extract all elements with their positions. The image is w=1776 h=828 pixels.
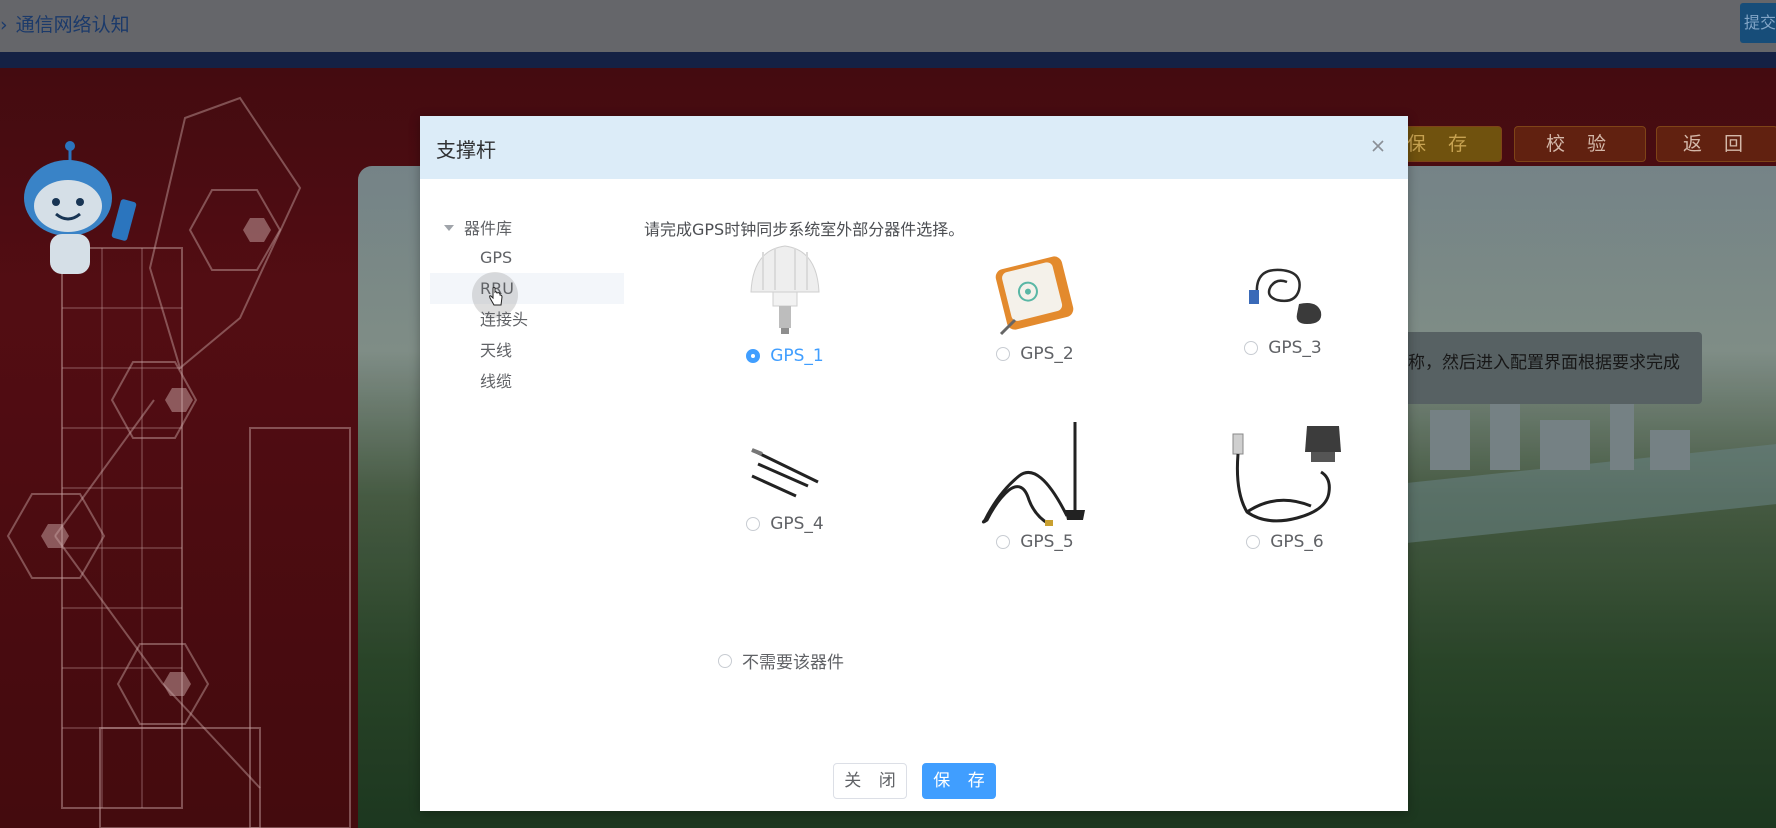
tree-item-connector[interactable]: 连接头 bbox=[430, 304, 624, 335]
tree-item-rru[interactable]: RRU bbox=[430, 272, 624, 318]
radio-unselected-icon[interactable] bbox=[996, 535, 1011, 549]
gps-4-radio[interactable]: GPS_4 bbox=[720, 514, 850, 534]
tree-item-antenna[interactable]: 天线 bbox=[430, 335, 624, 366]
gps-2-radio[interactable]: GPS_2 bbox=[970, 344, 1100, 364]
close-button[interactable]: 关 闭 bbox=[833, 763, 907, 799]
close-icon[interactable] bbox=[1370, 138, 1386, 154]
gps-4-label: GPS_4 bbox=[770, 514, 824, 534]
option-gps-5: GPS_5 bbox=[960, 420, 1110, 552]
option-gps-2: GPS_2 bbox=[970, 254, 1100, 364]
option-gps-4: GPS_4 bbox=[720, 442, 850, 534]
instruction-text: 请完成GPS时钟同步系统室外部分器件选择。 bbox=[644, 220, 965, 239]
gps-1-label: GPS_1 bbox=[770, 346, 824, 366]
component-tree: 器件库 GPS RRU 连接头 天线 线缆 bbox=[430, 216, 624, 397]
tree-item-gps[interactable]: GPS bbox=[430, 242, 624, 273]
gps-2-module-image bbox=[995, 256, 1074, 336]
tree-root-label: 器件库 bbox=[464, 219, 513, 238]
gps-1-radio[interactable]: GPS_1 bbox=[720, 346, 850, 366]
gps-4-whip-antenna-image bbox=[751, 448, 819, 498]
radio-unselected-icon[interactable] bbox=[718, 653, 732, 668]
gps-6-usb-antenna-image bbox=[1232, 426, 1341, 523]
radio-selected-icon[interactable] bbox=[746, 349, 761, 363]
gps-3-label: GPS_3 bbox=[1268, 338, 1322, 358]
gps-6-radio[interactable]: GPS_6 bbox=[1210, 532, 1360, 552]
dialog-title: 支撑杆 bbox=[436, 138, 496, 162]
gps-2-label: GPS_2 bbox=[1020, 344, 1074, 364]
option-gps-1: GPS_1 bbox=[720, 244, 850, 366]
caret-down-icon[interactable] bbox=[444, 224, 454, 231]
no-component-option[interactable]: 不需要该器件 bbox=[718, 648, 844, 673]
radio-unselected-icon[interactable] bbox=[1246, 535, 1261, 549]
gps-1-antenna-image bbox=[750, 245, 820, 334]
component-dialog: 支撑杆 器件库 GPS RRU 连接头 天线 线缆 请完成GPS时钟同步系统室外… bbox=[420, 116, 1408, 811]
gps-6-label: GPS_6 bbox=[1270, 532, 1324, 552]
save-button[interactable]: 保 存 bbox=[922, 763, 996, 799]
option-gps-6: GPS_6 bbox=[1210, 422, 1360, 552]
gps-3-radio[interactable]: GPS_3 bbox=[1218, 338, 1348, 358]
radio-unselected-icon[interactable] bbox=[1244, 341, 1259, 355]
tree-item-rru-label: RRU bbox=[480, 279, 514, 298]
tree-item-cable[interactable]: 线缆 bbox=[430, 366, 624, 397]
gps-5-radio[interactable]: GPS_5 bbox=[960, 532, 1110, 552]
tree-root-component-library[interactable]: 器件库 bbox=[430, 216, 624, 242]
gps-3-puck-antenna-image bbox=[1249, 268, 1322, 324]
gps-5-label: GPS_5 bbox=[1020, 532, 1074, 552]
radio-unselected-icon[interactable] bbox=[996, 347, 1011, 361]
option-gps-3: GPS_3 bbox=[1218, 264, 1348, 358]
radio-unselected-icon[interactable] bbox=[746, 517, 761, 531]
gps-5-magnetic-antenna-image bbox=[981, 422, 1085, 526]
dialog-header: 支撑杆 bbox=[420, 116, 1408, 179]
no-component-label: 不需要该器件 bbox=[742, 653, 844, 673]
